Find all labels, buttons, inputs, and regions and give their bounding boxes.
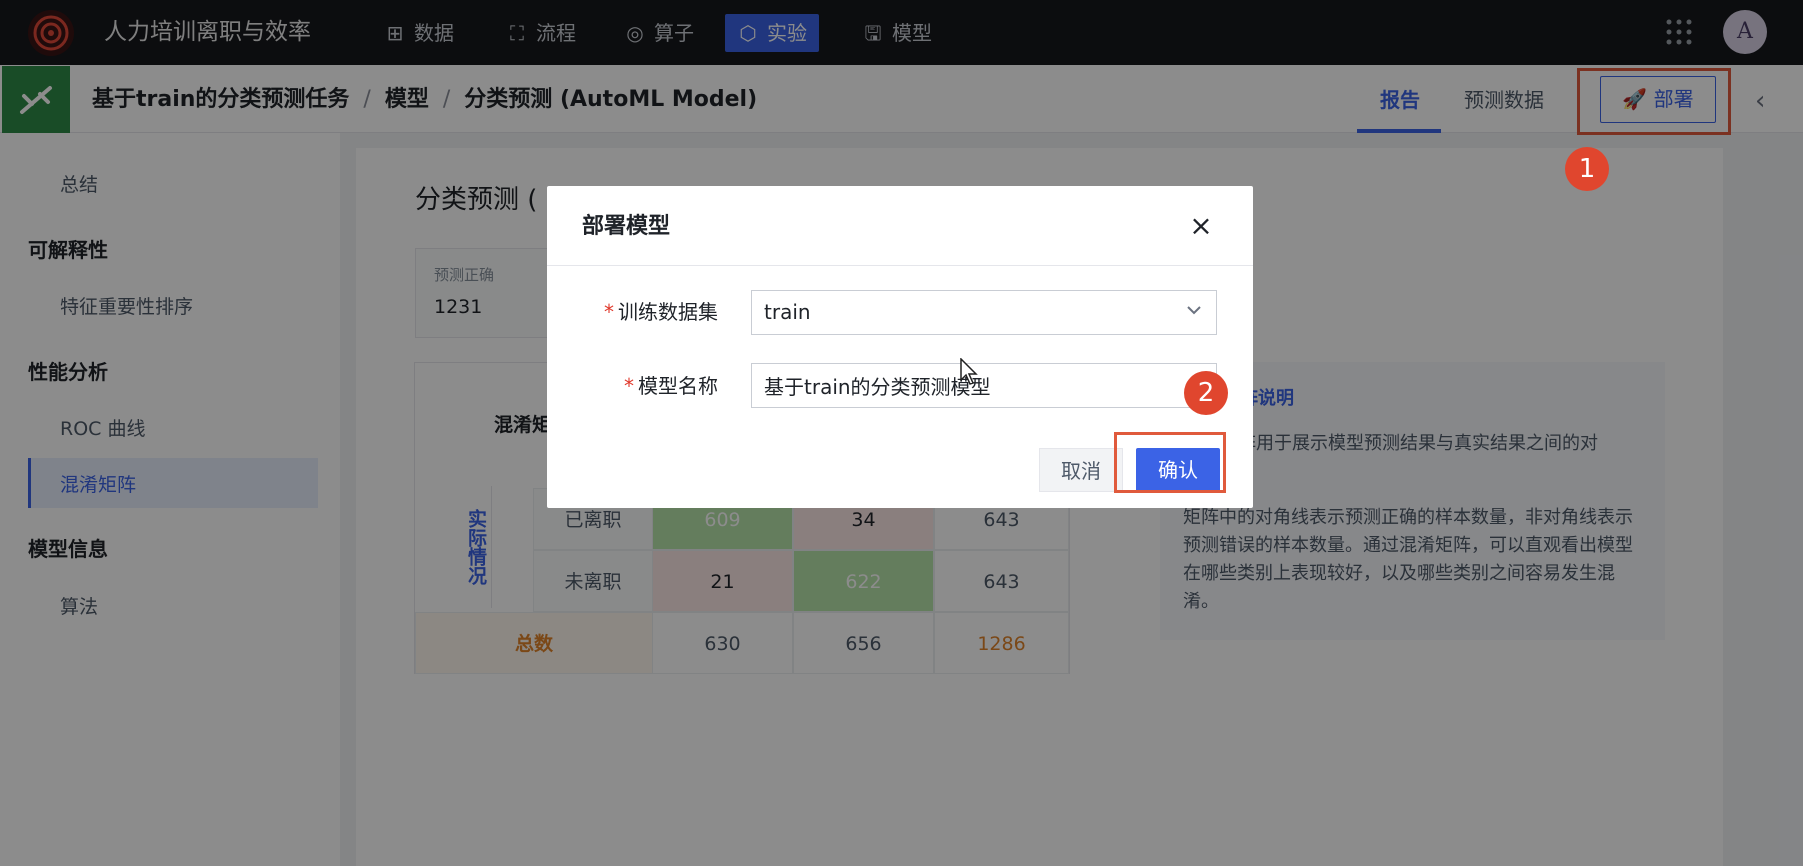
model-name-field-label: * 模型名称 xyxy=(600,371,718,401)
step-marker-1: 1 xyxy=(1565,147,1609,191)
confirm-highlight-box xyxy=(1114,432,1226,493)
model-name-label-text: 模型名称 xyxy=(638,374,718,398)
cancel-button[interactable]: 取消 xyxy=(1039,448,1123,492)
dataset-field-label: * 训练数据集 xyxy=(600,297,718,327)
chevron-down-icon[interactable] xyxy=(1184,300,1204,320)
mouse-cursor-icon xyxy=(960,357,980,386)
step-marker-2: 2 xyxy=(1184,371,1228,415)
dialog-title: 部署模型 xyxy=(582,214,671,239)
required-mark: * xyxy=(624,374,634,398)
dataset-select[interactable]: train xyxy=(751,290,1217,335)
close-icon[interactable]: × xyxy=(1188,210,1214,242)
dataset-label-text: 训练数据集 xyxy=(618,300,718,324)
required-mark: * xyxy=(604,300,614,324)
model-name-input[interactable] xyxy=(751,363,1217,408)
